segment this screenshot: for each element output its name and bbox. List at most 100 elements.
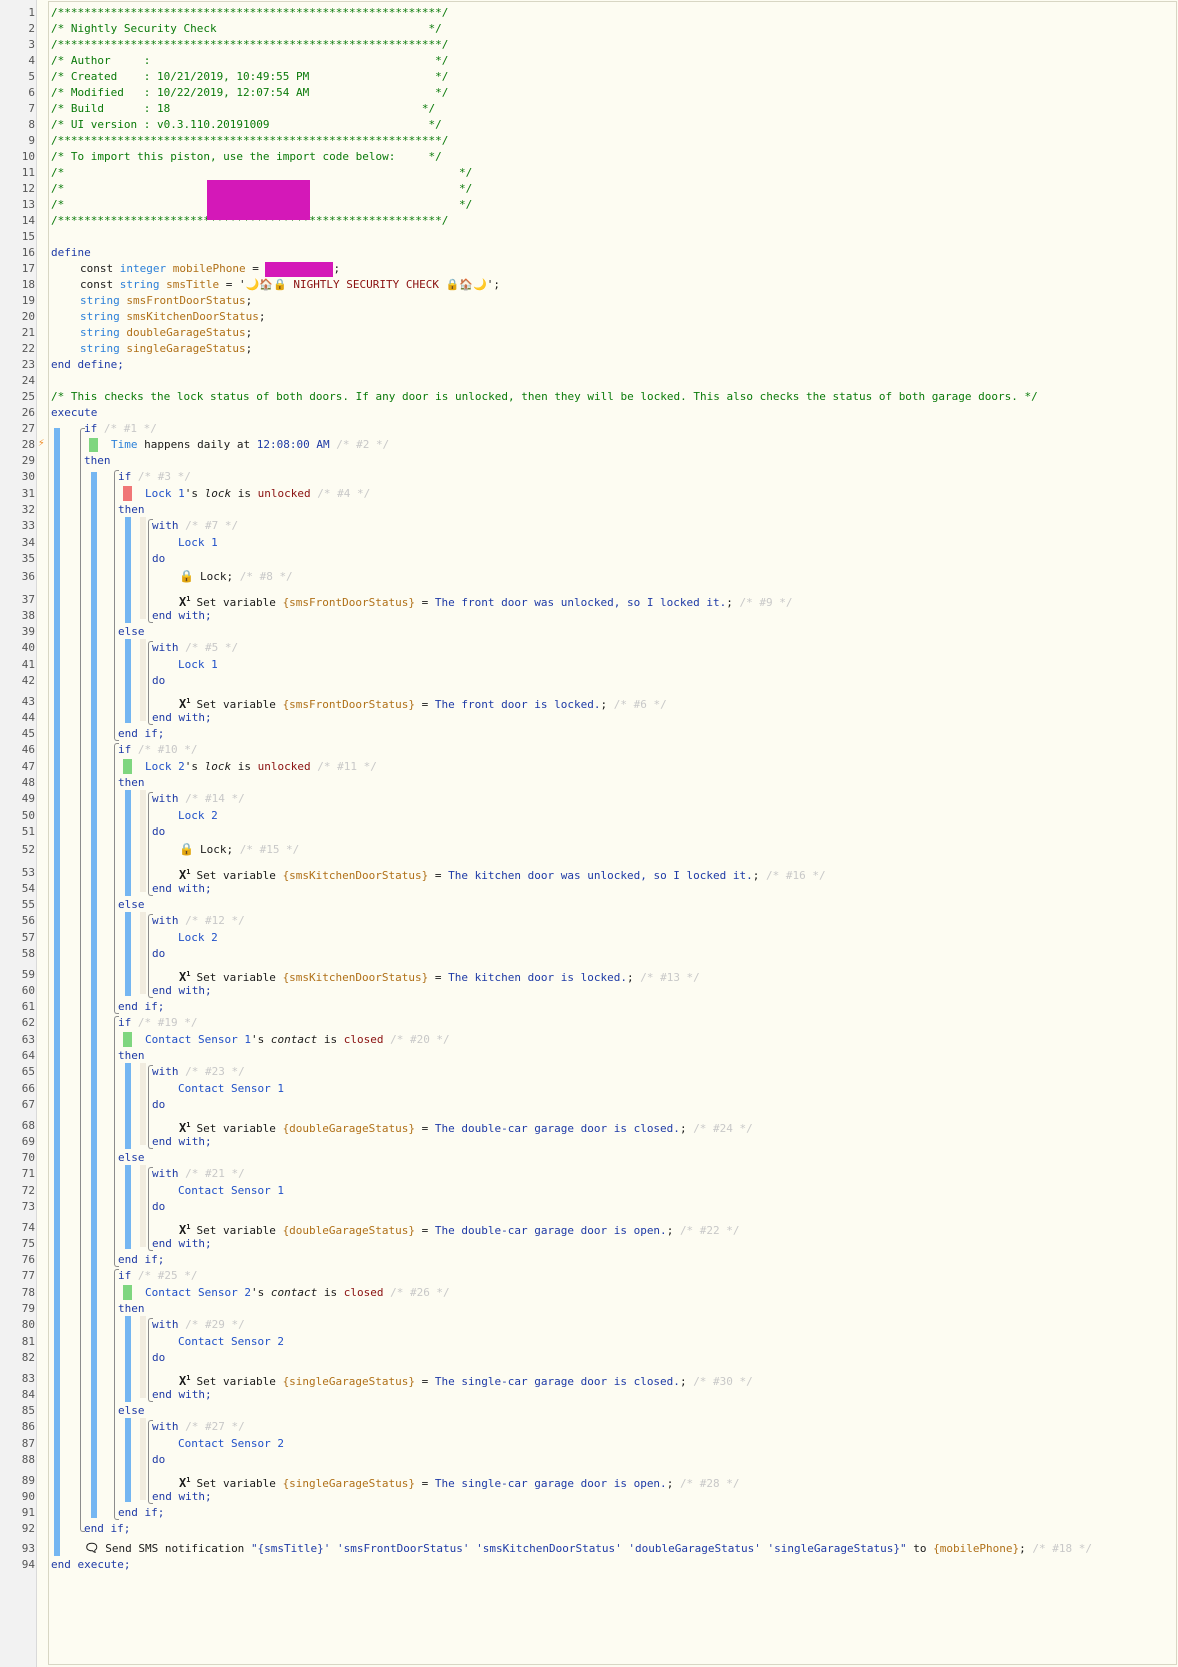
header-import-note: /* To import this piston, use the import… [51, 150, 442, 163]
set-variable-line: X1 Set variable {smsFrontDoorStatus} = Th… [179, 693, 667, 711]
line-number: 15 [21, 230, 35, 243]
assign-op: = ' [219, 278, 246, 291]
device-name[interactable]: Lock 2 [178, 931, 218, 944]
variable-ref: {doubleGarageStatus} [282, 1224, 416, 1237]
header-author: /* Author : */ [51, 54, 449, 67]
set-variable-line: X1 Set variable {singleGarageStatus} = Th… [179, 1370, 753, 1388]
line-number: 23 [21, 358, 35, 371]
line-number: 13 [21, 198, 35, 211]
line-number: 89 [21, 1474, 35, 1487]
do-keyword: do [152, 550, 165, 567]
line-number: 80 [21, 1318, 35, 1331]
line-number: 22 [21, 342, 35, 355]
header-created: /* Created : 10/21/2019, 10:49:55 PM */ [51, 70, 449, 83]
assign-op: = [245, 262, 266, 275]
else-keyword: else [118, 1402, 145, 1419]
block-bracket [148, 1167, 153, 1251]
line-number: 76 [21, 1253, 35, 1266]
statement-id: /* #15 */ [239, 843, 300, 856]
with-statement: with /* #12 */ [152, 912, 245, 929]
device-name[interactable]: Contact Sensor 1 [178, 1082, 284, 1095]
line-number: 3 [28, 38, 35, 51]
line-number: 44 [21, 711, 35, 724]
var-doubleGarageStatus: doubleGarageStatus [126, 326, 246, 339]
do-keyword: do [152, 1096, 165, 1113]
end-if-keyword: end if; [84, 1520, 130, 1537]
do-keyword: do [152, 1453, 166, 1466]
lightning-bolt-icon: ⚡ [38, 436, 45, 449]
do-keyword: do [152, 1198, 165, 1215]
device-name[interactable]: Contact Sensor 1 [145, 1033, 251, 1046]
type-string: string [119, 278, 160, 291]
device-name[interactable]: Lock 2 [178, 809, 218, 822]
sms-title-value: 🌙🏠🔒 NIGHTLY SECURITY CHECK 🔒🏠🌙 [245, 278, 487, 291]
trigger-time: 12:08:00 AM [256, 438, 330, 451]
device-name[interactable]: Contact Sensor 2 [178, 1437, 284, 1450]
is-keyword: is [237, 760, 251, 773]
statement-id: /* #16 */ [766, 869, 826, 882]
line-number: 88 [21, 1453, 35, 1466]
line-number: 57 [21, 931, 35, 944]
var-smsKitchenDoorStatus: smsKitchenDoorStatus [126, 310, 259, 323]
padlock-icon: 🔒 [179, 842, 194, 856]
block-bracket [148, 914, 153, 998]
else-keyword: else [118, 623, 145, 640]
lock-action[interactable]: Lock; [200, 843, 233, 856]
with-block-bar [140, 790, 146, 892]
possessive: 's [250, 1286, 265, 1299]
else-branch-bar [125, 1165, 131, 1249]
if-statement: if /* #3 */ [118, 468, 191, 485]
statement-id: /* #11 */ [317, 760, 377, 773]
state-value: unlocked [257, 487, 311, 500]
line-number: 79 [21, 1302, 35, 1315]
device-name[interactable]: Lock 1 [145, 487, 185, 500]
with-block-bar [140, 639, 146, 721]
line-number: 64 [21, 1049, 35, 1062]
device-name[interactable]: Lock 1 [178, 536, 218, 549]
device-name[interactable]: Contact Sensor 2 [178, 1335, 284, 1348]
line-number-gutter: 1 2 3 4 5 6 7 8 9 10 11 12 13 14 15 16 17 18 19 20 21 22 23 24 2… [0, 0, 37, 1667]
if-keyword: if [118, 743, 132, 756]
set-variable-line: X1 Set variable {smsKitchenDoorStatus} = … [179, 966, 700, 984]
line-number: 92 [21, 1522, 35, 1535]
condition: Lock 2's lock is unlocked /* #11 */ [145, 758, 377, 775]
with-block-bar [140, 1063, 146, 1145]
line-number: 40 [21, 641, 35, 654]
line-number: 10 [21, 150, 35, 163]
with-block-bar [140, 517, 146, 619]
device-line: Contact Sensor 2 [178, 1333, 284, 1350]
if-statement: if /* #10 */ [118, 741, 197, 758]
with-keyword: with [152, 1167, 179, 1180]
device-name[interactable]: Contact Sensor 2 [145, 1286, 251, 1299]
then-branch-bar [125, 1316, 131, 1402]
line-number: 24 [21, 374, 35, 387]
line-number: 43 [21, 695, 35, 708]
line-number: 34 [21, 536, 35, 549]
statement-id: /* #12 */ [185, 914, 245, 927]
then-keyword: then [118, 776, 145, 789]
code-frame [48, 1, 1177, 1665]
code-line: execute [51, 404, 97, 421]
do-keyword: do [152, 823, 165, 840]
assigned-value: The kitchen door is locked. [448, 971, 627, 984]
line-number: 65 [21, 1065, 35, 1078]
line-number: 54 [21, 882, 35, 895]
end-with-keyword: end with; [152, 1133, 212, 1150]
condition: Contact Sensor 1's contact is closed /* … [145, 1031, 450, 1048]
sms-action[interactable]: Send SMS notification [105, 1542, 251, 1555]
device-name[interactable]: Lock 1 [178, 658, 218, 671]
lock-action[interactable]: Lock; [200, 570, 233, 583]
line-number: 93 [21, 1542, 35, 1555]
end-if-keyword: end if; [118, 998, 164, 1015]
device-name[interactable]: Lock 2 [145, 760, 185, 773]
line-number: 32 [21, 503, 35, 516]
trigger-word[interactable]: Time [111, 438, 138, 451]
code-line: /***************************************… [51, 132, 448, 149]
statement-id: /* #18 */ [1032, 1542, 1093, 1555]
with-block-bar [140, 1418, 146, 1500]
device-name[interactable]: Contact Sensor 1 [178, 1184, 284, 1197]
sms-message: "{smsTitle}' 'smsFrontDoorStatus' 'smsKi… [250, 1542, 907, 1555]
device-line: Lock 2 [178, 929, 218, 946]
header-modified: /* Modified : 10/22/2019, 12:07:54 AM */ [51, 86, 449, 99]
statement-id: /* #25 */ [137, 1269, 198, 1282]
